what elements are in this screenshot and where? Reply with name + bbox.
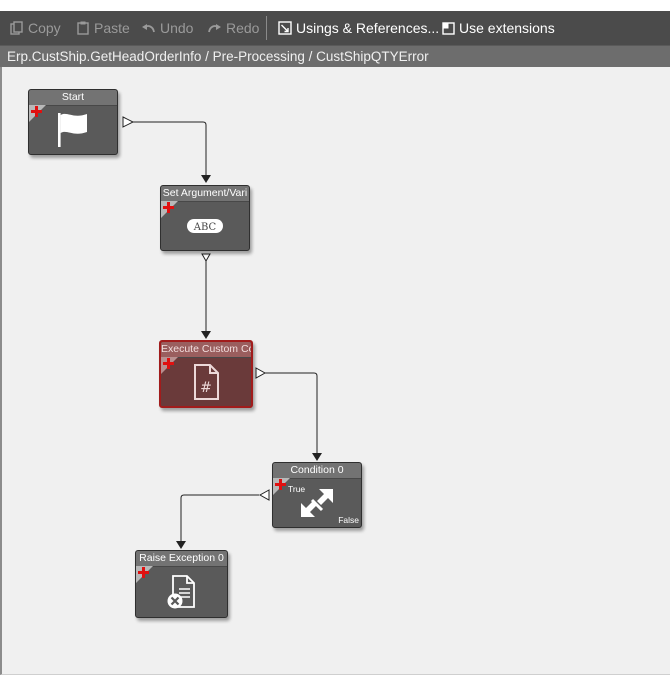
toolbar-separator — [266, 16, 267, 40]
usings-references-label: Usings & References... — [296, 20, 440, 36]
redo-button[interactable]: Redo — [207, 11, 259, 45]
undo-button[interactable]: Undo — [141, 11, 193, 45]
redo-icon — [208, 24, 221, 33]
code-file-icon: # — [194, 363, 219, 400]
redo-label: Redo — [226, 20, 260, 36]
condition-node[interactable]: Condition 0 True False — [272, 462, 362, 528]
copy-icon — [10, 21, 23, 35]
condition-node-title: Condition 0 — [273, 463, 361, 479]
set-argument-node[interactable]: Set Argument/Vari ABC — [160, 185, 250, 251]
raise-exception-node[interactable]: Raise Exception 0 — [135, 550, 228, 618]
breadcrumb: Erp.CustShip.GetHeadOrderInfo / Pre-Proc… — [0, 45, 670, 67]
set-argument-node-title: Set Argument/Vari — [161, 186, 249, 202]
top-strip — [0, 0, 670, 11]
breadcrumb-path: Erp.CustShip.GetHeadOrderInfo / Pre-Proc… — [7, 49, 429, 64]
raise-exception-node-title: Raise Exception 0 — [136, 551, 227, 567]
execute-custom-code-node[interactable]: Execute Custom Co # — [159, 340, 253, 408]
start-node-title: Start — [29, 90, 117, 106]
usings-references-button[interactable]: Usings & References... — [278, 11, 439, 45]
use-extensions-button[interactable]: Use extensions — [442, 11, 555, 45]
toolbar: Copy Paste Undo Redo Usings & References… — [0, 11, 670, 45]
references-icon — [278, 21, 292, 35]
exception-document-icon — [167, 574, 195, 608]
condition-arrows-icon — [301, 488, 333, 517]
abc-icon-text: ABC — [193, 222, 217, 233]
extensions-icon — [442, 21, 455, 35]
start-node[interactable]: Start — [28, 89, 118, 155]
paste-button[interactable]: Paste — [76, 11, 130, 45]
use-extensions-label: Use extensions — [459, 20, 555, 36]
paste-label: Paste — [94, 20, 130, 36]
abc-icon: ABC — [187, 218, 223, 233]
copy-button[interactable]: Copy — [10, 11, 61, 45]
hash-text: # — [200, 380, 212, 396]
paste-icon — [77, 21, 89, 35]
copy-label: Copy — [28, 20, 61, 36]
custom-code-node-title: Execute Custom Co — [161, 342, 251, 358]
workflow-canvas[interactable] — [0, 67, 670, 675]
undo-label: Undo — [160, 20, 194, 36]
flag-icon — [58, 112, 87, 147]
undo-icon — [142, 24, 155, 33]
